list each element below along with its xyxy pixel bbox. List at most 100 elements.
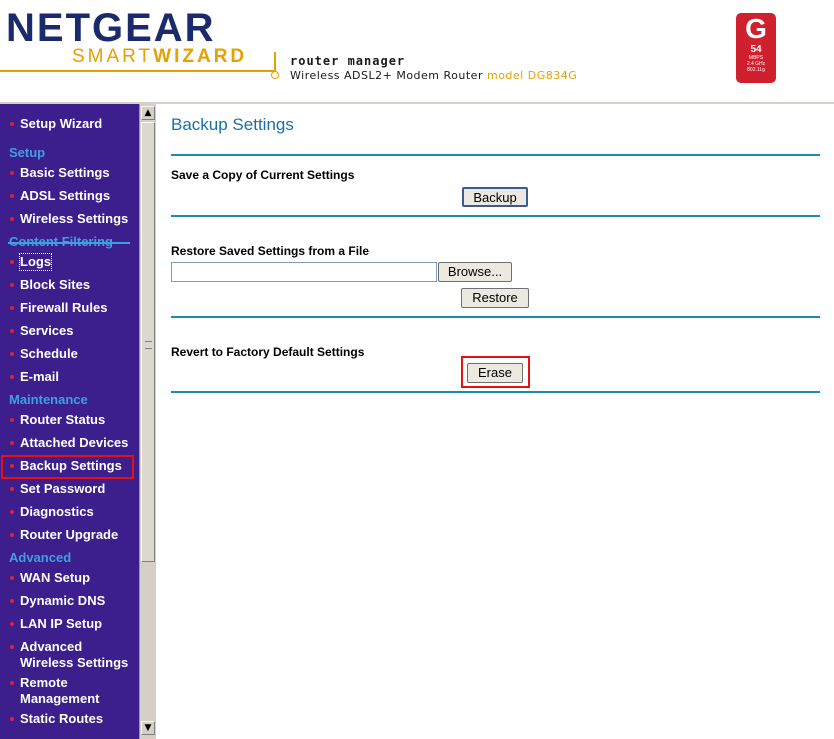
sidebar-item-adsl-settings[interactable]: ADSL Settings (0, 186, 139, 208)
backup-button[interactable]: Backup (462, 187, 528, 207)
sidebar-item-diagnostics[interactable]: Diagnostics (0, 502, 139, 524)
sidebar-item-services[interactable]: Services (0, 321, 139, 343)
scrollbar-thumb[interactable] (141, 122, 155, 562)
sidebar-item-label: Diagnostics (20, 504, 94, 519)
smart-text: SMART (72, 46, 154, 67)
section-divider (171, 154, 820, 156)
sidebar-item-label: Basic Settings (20, 165, 110, 180)
sidebar-item-label: Router Status (20, 412, 106, 427)
sidebar-item-label: Remote Management (20, 675, 100, 706)
section-divider (171, 215, 820, 217)
sidebar-item-label: Advanced Wireless Settings (20, 639, 129, 670)
bullet-icon (10, 306, 14, 310)
sidebar-item-set-password[interactable]: Set Password (0, 479, 139, 501)
badge-letter: G (745, 13, 767, 44)
bullet-icon (10, 283, 14, 287)
sidebar-section-maintenance: Maintenance (9, 392, 88, 407)
sidebar-item-router-status[interactable]: Router Status (0, 410, 139, 432)
router-manager-title: router manager (290, 54, 406, 68)
router-subtitle: Wireless ADSL2+ Modem Router model DG834… (290, 69, 577, 82)
browse-button[interactable]: Browse... (438, 262, 512, 282)
sidebar-section-setup: Setup (9, 145, 46, 160)
bullet-icon (10, 375, 14, 379)
bullet-icon (10, 194, 14, 198)
logo-divider (274, 52, 276, 72)
sidebar-item-attached-devices[interactable]: Attached Devices (0, 433, 139, 455)
sidebar-nav: Setup Wizard Setup Basic Settings ADSL S… (0, 104, 139, 739)
sidebar-item-email[interactable]: E-mail (0, 367, 139, 389)
sidebar-item-setup-wizard[interactable]: Setup Wizard (0, 114, 139, 136)
section-divider (171, 391, 820, 393)
page-title: Backup Settings (171, 115, 294, 134)
sidebar-item-static-routes[interactable]: Static Routes (0, 709, 139, 731)
sidebar-item-label: Wireless Settings (20, 211, 129, 226)
header: NETGEAR SMARTWIZARD router manager Wirel… (0, 0, 834, 104)
scroll-up-arrow-icon[interactable]: ▲ (141, 106, 155, 120)
bullet-icon (10, 681, 14, 685)
sidebar-scrollbar[interactable]: ▲ ▼ (139, 104, 156, 739)
bullet-icon (10, 645, 14, 649)
sidebar-item-remote-management[interactable]: Remote Management (0, 673, 139, 709)
section-divider (171, 316, 820, 318)
sidebar-item-firewall-rules[interactable]: Firewall Rules (0, 298, 139, 320)
sidebar-section-content-filtering: Content Filtering (9, 234, 113, 249)
sidebar-item-label: Logs (18, 253, 53, 271)
sidebar-item-router-upgrade[interactable]: Router Upgrade (0, 525, 139, 547)
badge-std: 802.11g (747, 67, 765, 73)
bullet-icon (10, 441, 14, 445)
bullet-icon (10, 122, 14, 126)
sidebar-item-label: Block Sites (20, 277, 91, 292)
model-label: model DG834G (486, 69, 578, 82)
bullet-icon (10, 599, 14, 603)
sidebar-item-dynamic-dns[interactable]: Dynamic DNS (0, 591, 139, 613)
sidebar-item-wan-setup[interactable]: WAN Setup (0, 568, 139, 590)
sidebar-item-label: E-mail (20, 369, 60, 384)
sidebar-item-label: Router Upgrade (20, 527, 119, 542)
restore-file-input[interactable] (171, 262, 437, 282)
sidebar-item-logs[interactable]: Logs (0, 252, 139, 274)
sidebar-item-schedule[interactable]: Schedule (0, 344, 139, 366)
sidebar-item-label: Backup Settings (20, 458, 122, 473)
sidebar-item-basic-settings[interactable]: Basic Settings (0, 163, 139, 185)
sidebar-item-label: Static Routes (20, 711, 104, 726)
backup-section-label: Save a Copy of Current Settings (171, 168, 355, 182)
badge-speed: 54 (750, 44, 762, 55)
bullet-icon (10, 622, 14, 626)
logo-dot-icon (271, 71, 279, 79)
sidebar-section-advanced: Advanced (9, 550, 72, 565)
bullet-icon (10, 171, 14, 175)
sidebar-item-label: WAN Setup (20, 570, 91, 585)
factory-reset-section-label: Revert to Factory Default Settings (171, 345, 365, 359)
restore-button[interactable]: Restore (461, 288, 529, 308)
router-description: Wireless ADSL2+ Modem Router (290, 69, 483, 82)
sidebar-item-label: Attached Devices (20, 435, 129, 450)
sidebar-item-advanced-wireless-settings[interactable]: Advanced Wireless Settings (0, 637, 139, 673)
erase-button[interactable]: Erase (467, 363, 523, 383)
bullet-icon (10, 329, 14, 333)
restore-section-label: Restore Saved Settings from a File (171, 244, 370, 258)
bullet-icon (10, 576, 14, 580)
sidebar-item-lan-ip-setup[interactable]: LAN IP Setup (0, 614, 139, 636)
bullet-icon (10, 487, 14, 491)
bullet-icon (10, 533, 14, 537)
logo-underline (0, 70, 274, 72)
sidebar-item-backup-settings[interactable]: Backup Settings (0, 455, 139, 479)
scroll-down-arrow-icon[interactable]: ▼ (141, 721, 155, 735)
sidebar-item-label: Schedule (20, 346, 78, 361)
sidebar-item-label: ADSL Settings (20, 188, 111, 203)
bullet-icon (10, 217, 14, 221)
bullet-icon (10, 717, 14, 721)
sidebar-item-label: Firewall Rules (20, 300, 108, 315)
bullet-icon (10, 510, 14, 514)
sidebar-item-label: Services (20, 323, 74, 338)
bullet-icon (10, 464, 14, 468)
sidebar-item-block-sites[interactable]: Block Sites (0, 275, 139, 297)
sidebar-item-label: LAN IP Setup (20, 616, 103, 631)
bullet-icon (10, 418, 14, 422)
sidebar-item-label: Setup Wizard (20, 116, 103, 131)
wizard-text: WIZARD (153, 46, 248, 67)
bullet-icon (10, 260, 14, 264)
sidebar-item-wireless-settings[interactable]: Wireless Settings (0, 209, 139, 231)
netgear-logo: NETGEAR (6, 6, 216, 50)
sidebar-item-label: Set Password (20, 481, 106, 496)
